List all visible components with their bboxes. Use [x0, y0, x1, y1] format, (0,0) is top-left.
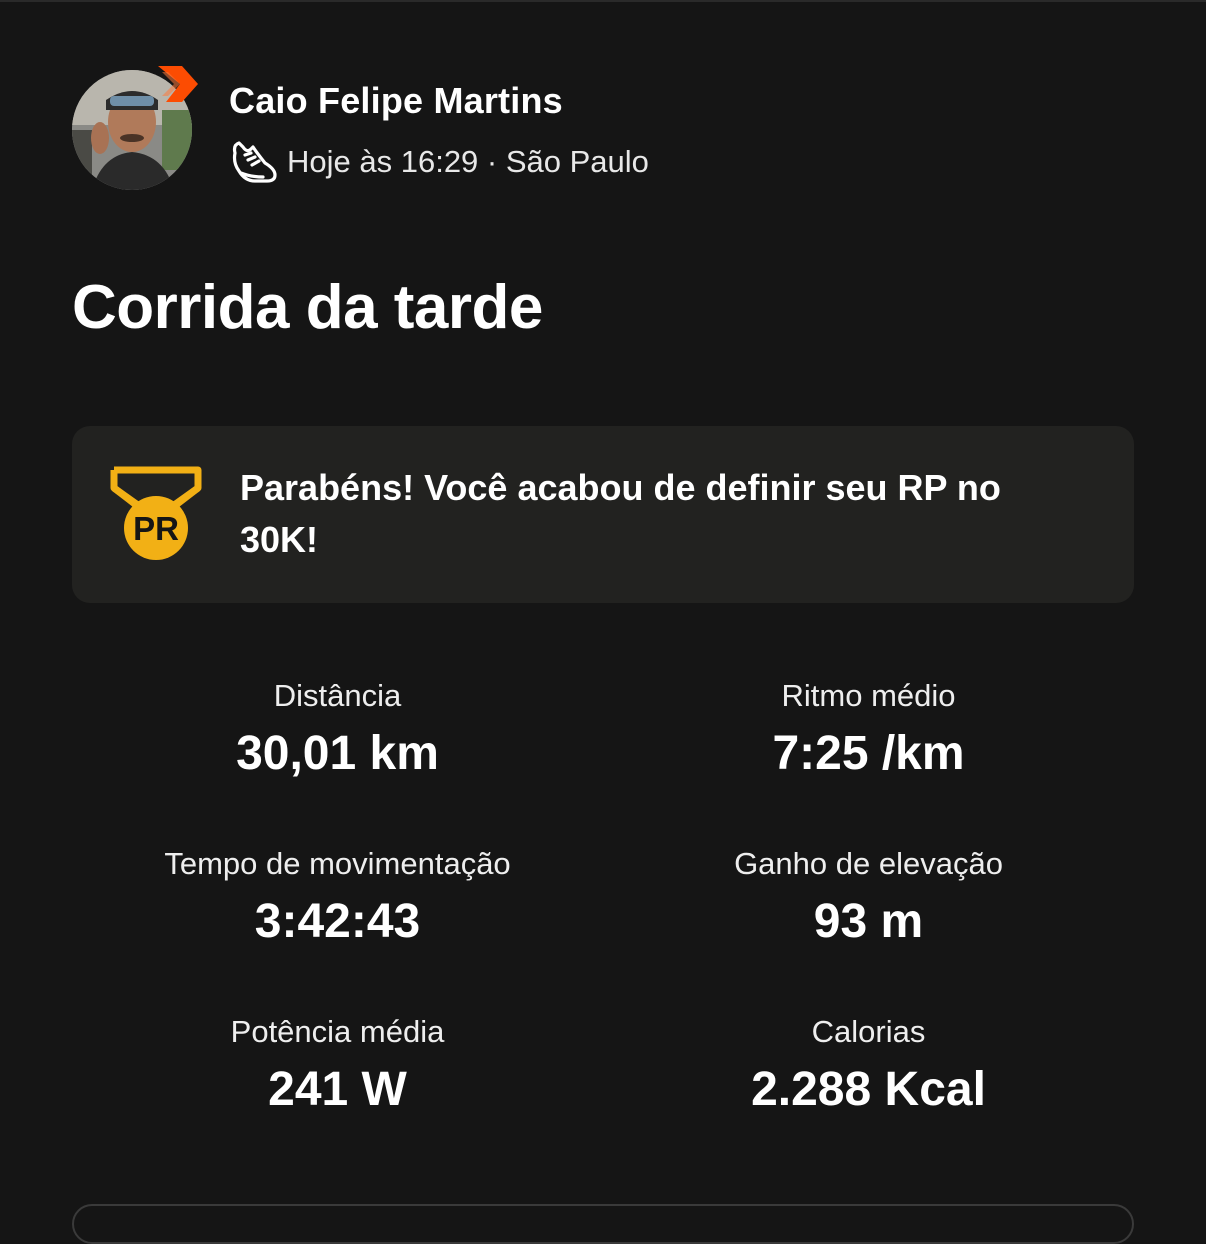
- stat-value: 93 m: [813, 895, 924, 948]
- stat-label: Potência média: [230, 1014, 445, 1049]
- stat-value: 7:25 /km: [772, 727, 965, 780]
- stat-label: Ganho de elevação: [734, 846, 1003, 881]
- stat-label: Calorias: [811, 1014, 926, 1049]
- activity-title[interactable]: Corrida da tarde: [72, 272, 543, 343]
- stat-value: 30,01 km: [236, 727, 439, 780]
- top-divider: [0, 0, 1206, 2]
- athlete-avatar-link[interactable]: [72, 66, 198, 194]
- athlete-name[interactable]: Caio Felipe Martins: [229, 80, 563, 122]
- activity-meta: Hoje às 16:29 · São Paulo: [229, 138, 649, 186]
- strava-chevron-icon: [158, 66, 198, 102]
- pr-medal-label: PR: [133, 510, 179, 547]
- pr-medal-icon: PR: [110, 466, 202, 560]
- running-shoe-icon: [232, 141, 277, 183]
- stat-calories: Calorias 2.288 Kcal: [603, 1008, 1134, 1122]
- stat-moving-time: Tempo de movimentação 3:42:43: [72, 840, 603, 954]
- achievement-card[interactable]: PR Parabéns! Você acabou de definir seu …: [72, 426, 1134, 603]
- stat-label: Distância: [273, 678, 402, 713]
- stat-label: Ritmo médio: [781, 678, 956, 713]
- stat-value: 3:42:43: [254, 895, 421, 948]
- stat-avg-pace: Ritmo médio 7:25 /km: [603, 672, 1134, 786]
- stat-value: 2.288 Kcal: [751, 1063, 986, 1116]
- stat-distance: Distância 30,01 km: [72, 672, 603, 786]
- next-section-card[interactable]: [72, 1204, 1134, 1244]
- achievement-text: Parabéns! Você acabou de definir seu RP …: [240, 467, 1001, 560]
- stat-value: 241 W: [268, 1063, 407, 1116]
- activity-header: Caio Felipe Martins Hoje às 16:29 · São …: [72, 66, 772, 194]
- stat-elevation-gain: Ganho de elevação 93 m: [603, 840, 1134, 954]
- activity-date-location: Hoje às 16:29 · São Paulo: [287, 144, 649, 179]
- stat-avg-power: Potência média 241 W: [72, 1008, 603, 1122]
- stat-label: Tempo de movimentação: [164, 846, 511, 881]
